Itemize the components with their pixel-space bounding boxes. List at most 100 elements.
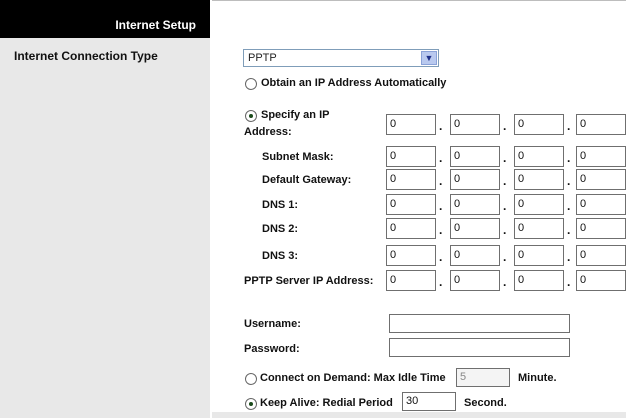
ip-dot-separator: . — [439, 250, 443, 264]
connection-type-label: Internet Connection Type — [14, 49, 158, 63]
ip-dot-separator: . — [439, 151, 443, 165]
ip-octet-value: 0 — [390, 198, 397, 210]
obtain-ip-auto-radio[interactable] — [245, 78, 257, 90]
ip-octet-value: 0 — [518, 249, 525, 261]
ip-dot-separator: . — [503, 151, 507, 165]
specify-ip-radio[interactable] — [245, 110, 257, 122]
ip-octet-input[interactable]: 0 — [386, 146, 436, 167]
keep-alive-label: Keep Alive: Redial Period — [260, 397, 393, 409]
sidebar: Internet Connection Type — [0, 38, 210, 418]
ip-octet-input[interactable]: 0 — [450, 245, 500, 266]
redial-period-input[interactable]: 30 — [402, 392, 456, 411]
ip-dot-separator: . — [503, 119, 507, 133]
ip-octet-value: 0 — [390, 173, 397, 185]
ip-octet-input[interactable]: 0 — [450, 114, 500, 135]
ip-octet-input[interactable]: 0 — [450, 270, 500, 291]
ip-octet-value: 0 — [390, 222, 397, 234]
password-label: Password: — [244, 343, 300, 355]
ip-octet-input[interactable]: 0 — [576, 194, 626, 215]
ip-octet-value: 0 — [390, 118, 397, 130]
ip-octet-value: 0 — [390, 249, 397, 261]
specify-ip-label: Specify an IP — [261, 109, 330, 121]
ip-octet-value: 0 — [454, 150, 461, 162]
ip-octet-value: 0 — [390, 274, 397, 286]
ip-dot-separator: . — [439, 119, 443, 133]
keep-alive-radio[interactable] — [245, 398, 257, 410]
ip-octet-value: 0 — [390, 150, 397, 162]
ip-octet-input[interactable]: 0 — [576, 245, 626, 266]
connection-type-select[interactable]: PPTP ▼ — [243, 49, 439, 67]
ip-octet-input[interactable]: 0 — [450, 194, 500, 215]
ip-octet-value: 0 — [454, 249, 461, 261]
ip-octet-value: 0 — [580, 222, 587, 234]
ip-octet-input[interactable]: 0 — [386, 169, 436, 190]
ip-octet-value: 0 — [518, 274, 525, 286]
ip-octet-value: 0 — [518, 173, 525, 185]
ip-octet-value: 0 — [518, 198, 525, 210]
ip-octet-input[interactable]: 0 — [576, 218, 626, 239]
ip-dot-separator: . — [503, 223, 507, 237]
max-idle-time-value: 5 — [460, 371, 467, 383]
ip-dot-separator: . — [567, 119, 571, 133]
ip-octet-input[interactable]: 0 — [514, 218, 564, 239]
ip-octet-input[interactable]: 0 — [514, 194, 564, 215]
ip-octet-input[interactable]: 0 — [576, 114, 626, 135]
sidebar-header: Internet Setup — [0, 0, 210, 38]
sidebar-title: Internet Setup — [115, 18, 196, 32]
ip-dot-separator: . — [567, 250, 571, 264]
max-idle-time-input[interactable]: 5 — [456, 368, 510, 387]
ip-row-label: Subnet Mask: — [262, 151, 334, 163]
ip-octet-input[interactable]: 0 — [514, 169, 564, 190]
ip-octet-input[interactable]: 0 — [450, 218, 500, 239]
ip-octet-input[interactable]: 0 — [386, 245, 436, 266]
ip-row-label: PPTP Server IP Address: — [244, 275, 374, 287]
ip-dot-separator: . — [439, 199, 443, 213]
ip-octet-value: 0 — [518, 222, 525, 234]
ip-row-label: DNS 3: — [262, 250, 299, 262]
ip-octet-input[interactable]: 0 — [514, 245, 564, 266]
ip-row-label: DNS 1: — [262, 199, 299, 211]
ip-octet-input[interactable]: 0 — [450, 169, 500, 190]
ip-octet-value: 0 — [580, 274, 587, 286]
ip-dot-separator: . — [503, 275, 507, 289]
ip-octet-input[interactable]: 0 — [386, 194, 436, 215]
minute-unit-label: Minute. — [518, 372, 557, 384]
ip-dot-separator: . — [567, 199, 571, 213]
ip-octet-input[interactable]: 0 — [450, 146, 500, 167]
ip-octet-input[interactable]: 0 — [514, 146, 564, 167]
ip-octet-value: 0 — [454, 274, 461, 286]
ip-octet-input[interactable]: 0 — [576, 270, 626, 291]
ip-dot-separator: . — [503, 174, 507, 188]
username-input[interactable] — [389, 314, 570, 333]
ip-octet-input[interactable]: 0 — [576, 146, 626, 167]
ip-octet-input[interactable]: 0 — [386, 218, 436, 239]
ip-octet-input[interactable]: 0 — [386, 114, 436, 135]
connect-on-demand-radio[interactable] — [245, 373, 257, 385]
connect-on-demand-label: Connect on Demand: Max Idle Time — [260, 372, 446, 384]
ip-dot-separator: . — [567, 174, 571, 188]
ip-octet-input[interactable]: 0 — [514, 114, 564, 135]
ip-dot-separator: . — [503, 250, 507, 264]
ip-octet-value: 0 — [580, 173, 587, 185]
ip-octet-input[interactable]: 0 — [514, 270, 564, 291]
ip-octet-value: 0 — [580, 249, 587, 261]
ip-octet-value: 0 — [580, 118, 587, 130]
ip-octet-value: 0 — [518, 150, 525, 162]
ip-row-label: DNS 2: — [262, 223, 299, 235]
chevron-down-icon[interactable]: ▼ — [421, 51, 437, 65]
username-label: Username: — [244, 318, 301, 330]
ip-octet-value: 0 — [454, 118, 461, 130]
selected-connection-type: PPTP — [248, 52, 277, 64]
password-input[interactable] — [389, 338, 570, 357]
ip-octet-value: 0 — [580, 150, 587, 162]
redial-period-value: 30 — [406, 395, 419, 407]
ip-octet-input[interactable]: 0 — [386, 270, 436, 291]
divider — [210, 0, 212, 418]
ip-octet-value: 0 — [454, 173, 461, 185]
ip-octet-input[interactable]: 0 — [576, 169, 626, 190]
specify-ip-label: Address: — [244, 126, 292, 138]
ip-octet-value: 0 — [580, 198, 587, 210]
ip-dot-separator: . — [567, 275, 571, 289]
ip-dot-separator: . — [439, 275, 443, 289]
ip-octet-value: 0 — [454, 198, 461, 210]
